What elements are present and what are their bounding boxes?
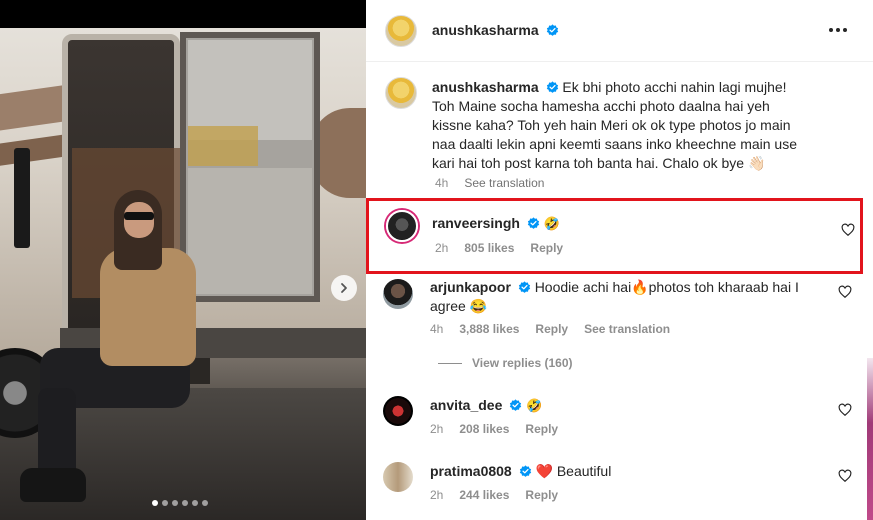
comment-item: anvita_dee 🤣 2h 208 likes Reply bbox=[366, 392, 873, 444]
reply-button[interactable]: Reply bbox=[530, 241, 563, 255]
comment-item: pratima0808 ❤️ Beautiful 2h 244 likes Re… bbox=[366, 458, 873, 510]
carousel-dot bbox=[152, 500, 158, 506]
comment-time: 2h bbox=[435, 241, 449, 255]
verified-badge-icon bbox=[518, 281, 530, 293]
caption-body: anushkasharma Ek bhi photo acchi nahin l… bbox=[432, 78, 812, 173]
avatar[interactable] bbox=[386, 210, 418, 242]
comment-body: arjunkapoor Hoodie achi hai🔥photos toh k… bbox=[430, 278, 810, 316]
background-edge bbox=[867, 358, 873, 520]
comments-pane: anushkasharma anushkasharma Ek bhi photo… bbox=[366, 0, 873, 520]
person-boot bbox=[20, 468, 86, 502]
comment-time: 4h bbox=[430, 322, 444, 336]
more-horizontal-icon-dot bbox=[843, 28, 847, 32]
avatar[interactable] bbox=[385, 77, 417, 109]
comment-body: ranveersingh 🤣 bbox=[432, 214, 560, 234]
caption-time: 4h bbox=[435, 176, 449, 190]
reply-button[interactable]: Reply bbox=[525, 488, 558, 502]
carousel-dot bbox=[162, 500, 168, 506]
comment-item: arjunkapoor Hoodie achi hai🔥photos toh k… bbox=[366, 272, 873, 352]
comment-time: 2h bbox=[430, 488, 444, 502]
person-figure bbox=[0, 28, 366, 520]
avatar[interactable] bbox=[383, 279, 413, 309]
comment-body: anvita_dee 🤣 bbox=[430, 396, 542, 416]
comment-username[interactable]: pratima0808 bbox=[430, 463, 512, 479]
carousel-dot bbox=[182, 500, 188, 506]
verified-badge-icon bbox=[546, 24, 559, 36]
avatar[interactable] bbox=[385, 15, 417, 47]
sunglasses bbox=[124, 212, 154, 220]
carousel-dot bbox=[202, 500, 208, 506]
more-horizontal-icon bbox=[829, 28, 833, 32]
see-translation-link[interactable]: See translation bbox=[464, 176, 544, 190]
heart-icon[interactable] bbox=[838, 469, 852, 483]
comment-username[interactable]: ranveersingh bbox=[432, 215, 520, 231]
heart-icon[interactable] bbox=[838, 285, 852, 299]
avatar[interactable] bbox=[383, 396, 413, 426]
carousel-dot bbox=[172, 500, 178, 506]
comment-username[interactable]: arjunkapoor bbox=[430, 279, 511, 295]
carousel-next-button[interactable] bbox=[331, 275, 357, 301]
more-horizontal-icon-dot bbox=[836, 28, 840, 32]
heart-icon[interactable] bbox=[841, 223, 855, 237]
carousel-dot bbox=[192, 500, 198, 506]
comment-meta: 2h 244 likes Reply bbox=[430, 488, 558, 502]
comment-likes[interactable]: 3,888 likes bbox=[459, 322, 519, 336]
header-username[interactable]: anushkasharma bbox=[432, 22, 539, 38]
divider bbox=[438, 362, 462, 364]
view-replies-label: View replies (160) bbox=[472, 356, 573, 370]
view-replies-button[interactable]: View replies (160) bbox=[438, 356, 573, 370]
verified-badge-icon bbox=[527, 217, 540, 229]
post-caption: anushkasharma Ek bhi photo acchi nahin l… bbox=[366, 62, 873, 196]
comment-username[interactable]: anvita_dee bbox=[430, 397, 502, 413]
chevron-right-icon bbox=[341, 283, 347, 293]
comment-time: 2h bbox=[430, 422, 444, 436]
reply-button[interactable]: Reply bbox=[525, 422, 558, 436]
reply-button[interactable]: Reply bbox=[535, 322, 568, 336]
person-face bbox=[124, 202, 154, 238]
comment-likes[interactable]: 208 likes bbox=[459, 422, 509, 436]
avatar[interactable] bbox=[383, 462, 413, 492]
post-header: anushkasharma bbox=[366, 0, 873, 62]
comment-text: 🤣 bbox=[526, 399, 543, 414]
verified-badge-icon bbox=[510, 399, 522, 411]
comment-likes[interactable]: 244 likes bbox=[459, 488, 509, 502]
comment-text: 🤣 bbox=[543, 217, 560, 232]
comment-meta: 2h 208 likes Reply bbox=[430, 422, 558, 436]
instagram-post-modal: anushkasharma anushkasharma Ek bhi photo… bbox=[0, 0, 873, 520]
more-options-button[interactable] bbox=[829, 22, 849, 38]
comment-body: pratima0808 ❤️ Beautiful bbox=[430, 462, 611, 481]
post-photo[interactable] bbox=[0, 28, 366, 520]
verified-badge-icon bbox=[519, 465, 531, 477]
verified-badge-icon bbox=[546, 81, 558, 93]
carousel-indicator bbox=[152, 500, 208, 506]
comment-meta: 4h 3,888 likes Reply See translation bbox=[430, 322, 670, 336]
comment-likes[interactable]: 805 likes bbox=[464, 241, 514, 255]
header-user: anushkasharma bbox=[432, 22, 559, 40]
comment-meta: 2h 805 likes Reply bbox=[435, 241, 563, 255]
heart-icon[interactable] bbox=[838, 403, 852, 417]
caption-meta: 4h See translation bbox=[435, 176, 544, 190]
comment-text: ❤️ Beautiful bbox=[535, 463, 612, 479]
see-translation-link[interactable]: See translation bbox=[584, 322, 670, 336]
comment-item: ranveersingh 🤣 2h 805 likes Reply bbox=[366, 200, 873, 270]
caption-username[interactable]: anushkasharma bbox=[432, 79, 539, 95]
